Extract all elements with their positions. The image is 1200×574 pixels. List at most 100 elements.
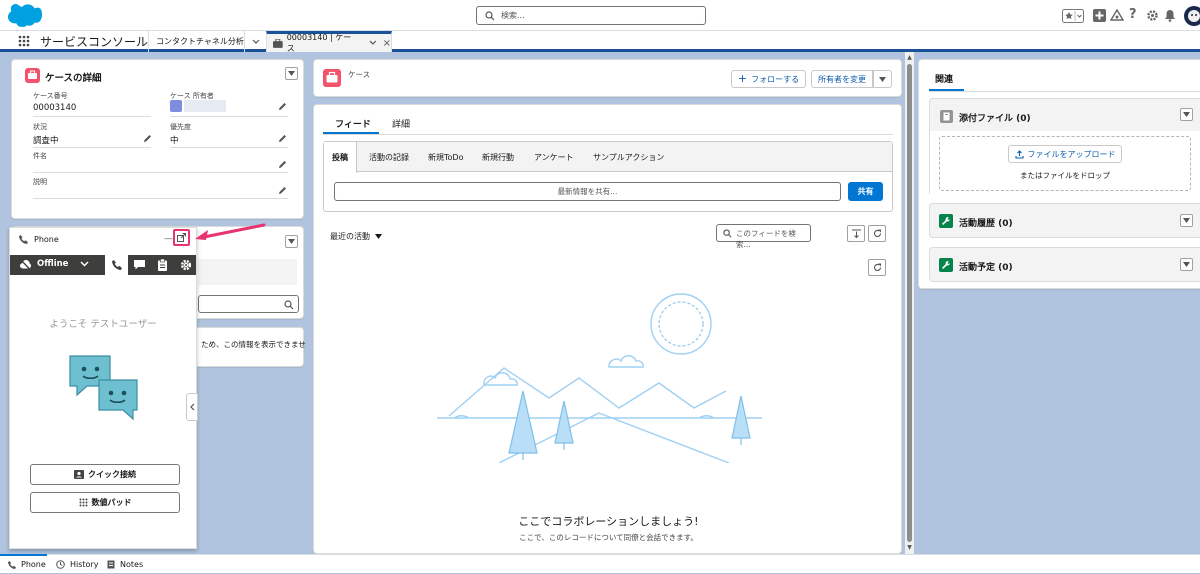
gear-icon[interactable] xyxy=(180,259,192,271)
favorites-icon[interactable] xyxy=(1062,9,1084,23)
feed-search-input[interactable]: このフィードを検索... xyxy=(716,224,811,249)
empty-feed-subtitle: ここで、このレコードについて同僚と会話できます。 xyxy=(519,533,698,542)
share-update-input[interactable]: 最新情報を共有... xyxy=(334,182,841,201)
note-icon xyxy=(107,560,115,569)
quick-connect-label: クイック接続 xyxy=(88,470,136,479)
edit-priority-pencil-icon[interactable] xyxy=(278,134,287,143)
tab-contact-channel-analysis[interactable]: コンタクトチャネル分析 xyxy=(148,31,244,52)
upcoming-activity-menu-button[interactable] xyxy=(1180,258,1193,271)
agent-status[interactable]: Offline xyxy=(37,259,68,269)
chat-icon[interactable] xyxy=(134,260,145,270)
app-name: サービスコンソール xyxy=(40,35,149,49)
phone-icon xyxy=(111,260,122,270)
caret-down-icon xyxy=(375,234,382,239)
upcoming-activity-card: 活動予定 (0) xyxy=(929,247,1200,282)
share-button[interactable]: 共有 xyxy=(848,182,883,201)
clipboard-icon[interactable] xyxy=(158,259,167,271)
priority-value: 中 xyxy=(170,136,179,146)
chevron-down-icon xyxy=(1183,112,1190,117)
restricted-info-text: ため、この情報を表示できませ xyxy=(201,340,306,349)
trailhead-icon[interactable] xyxy=(1110,9,1124,22)
lookup-search-input[interactable] xyxy=(198,295,299,313)
edit-subject-pencil-icon[interactable] xyxy=(278,160,287,169)
attachments-card: 添付ファイル (0) ファイルをアップロード またはファイルをドロップ xyxy=(929,98,1200,196)
chevron-down-icon xyxy=(1183,218,1190,223)
scroll-down-arrow-icon[interactable]: ▼ xyxy=(905,544,914,551)
refresh-feed-button[interactable] xyxy=(868,259,886,276)
case-highlights-panel: ケース + フォローする 所有者を変更 xyxy=(313,59,902,97)
publisher-tab-log-activity[interactable]: 活動の記録 xyxy=(369,152,409,163)
attachments-menu-button[interactable] xyxy=(1180,108,1193,121)
scroll-thumb[interactable] xyxy=(907,64,912,542)
search-placeholder: 検索... xyxy=(501,11,525,20)
app-launcher-icon[interactable] xyxy=(18,35,30,47)
add-icon[interactable] xyxy=(1093,9,1106,22)
publisher-tab-new-event[interactable]: 新規行動 xyxy=(482,152,514,163)
sort-label: 最近の活動 xyxy=(330,232,370,241)
feed-card: フィード 詳細 投稿 活動の記録 新規ToDo 新規行動 アンケート サンプルア… xyxy=(313,104,902,554)
status-chevron-down-icon[interactable] xyxy=(80,261,89,267)
description-label: 説明 xyxy=(33,178,47,186)
main-scrollbar[interactable]: ▲ ▼ xyxy=(905,52,914,554)
filter-button[interactable] xyxy=(847,225,865,242)
case-icon xyxy=(25,68,40,83)
feed-search-placeholder: このフィードを検索... xyxy=(736,229,796,249)
tab-details[interactable]: 詳細 xyxy=(392,117,410,130)
minimize-icon[interactable]: — xyxy=(164,234,173,244)
search-icon xyxy=(284,300,294,310)
publisher-tab-new-task[interactable]: 新規ToDo xyxy=(428,152,463,163)
help-icon[interactable]: ? xyxy=(1129,7,1137,22)
edit-owner-pencil-icon[interactable] xyxy=(278,102,287,111)
wrench-icon xyxy=(939,258,953,272)
card-menu-button[interactable] xyxy=(285,235,298,248)
owner-name-redacted[interactable] xyxy=(184,100,226,112)
quick-connect-button[interactable]: クイック接続 xyxy=(30,464,180,485)
card-menu-button[interactable] xyxy=(285,67,298,80)
sort-menu[interactable]: 最近の活動 xyxy=(330,231,382,242)
popout-button[interactable] xyxy=(173,229,190,246)
softphone-toolbar: Offline xyxy=(10,255,196,275)
phone-utility-panel: Phone — Offline ようこそ テストユーザー クイック接続 数値パッ… xyxy=(9,227,197,549)
edit-description-pencil-icon[interactable] xyxy=(278,186,287,195)
empty-feed-illustration xyxy=(437,293,762,463)
phone-icon xyxy=(8,560,16,569)
salesforce-logo[interactable] xyxy=(8,4,42,27)
collapse-panel-button[interactable] xyxy=(186,393,198,421)
tab-case-00003140[interactable]: 00003140 | ケース × xyxy=(266,31,392,53)
filter-icon xyxy=(851,229,861,238)
utility-bar: Phone History Notes xyxy=(0,554,1200,573)
utility-tab-notes[interactable]: Notes xyxy=(107,555,143,574)
global-search-input[interactable]: 検索... xyxy=(476,6,706,25)
publisher-tab-survey[interactable]: アンケート xyxy=(534,152,574,163)
utility-tab-phone[interactable]: Phone xyxy=(8,555,46,574)
close-tab-icon[interactable]: × xyxy=(383,38,391,49)
utility-tab-history[interactable]: History xyxy=(56,555,98,574)
case-icon xyxy=(323,69,341,87)
case-icon xyxy=(273,38,283,48)
notifications-icon[interactable] xyxy=(1164,9,1176,22)
upload-file-button[interactable]: ファイルをアップロード xyxy=(1008,145,1122,163)
drop-file-text: またはファイルをドロップ xyxy=(1020,171,1110,180)
setup-icon[interactable] xyxy=(1146,9,1159,22)
refresh-button[interactable] xyxy=(868,225,886,242)
dialpad-label: 数値パッド xyxy=(91,498,132,507)
chevron-down-icon[interactable] xyxy=(369,40,377,46)
avatar[interactable] xyxy=(1183,5,1200,27)
edit-status-pencil-icon[interactable] xyxy=(143,134,152,143)
chevron-down-icon xyxy=(1183,262,1190,267)
activity-history-menu-button[interactable] xyxy=(1180,214,1193,227)
tab-label: コンタクトチャネル分析 xyxy=(156,37,244,46)
nav-menu-chevron[interactable] xyxy=(244,31,266,52)
tab-related[interactable]: 関連 xyxy=(935,72,953,85)
publisher-tab-post[interactable]: 投稿 xyxy=(324,142,357,173)
publisher-tab-sample-action[interactable]: サンプルアクション xyxy=(593,152,664,163)
follow-button[interactable]: + フォローする xyxy=(731,70,806,88)
file-icon xyxy=(940,110,953,123)
change-owner-button[interactable]: 所有者を変更 xyxy=(811,70,873,88)
dialpad-button[interactable]: 数値パッド xyxy=(30,492,180,513)
scroll-up-arrow-icon[interactable]: ▲ xyxy=(905,54,914,61)
more-actions-button[interactable] xyxy=(873,70,892,88)
tab-phone[interactable] xyxy=(105,255,128,275)
case-number-label: ケース番号 xyxy=(33,92,68,100)
tab-feed[interactable]: フィード xyxy=(331,117,375,130)
